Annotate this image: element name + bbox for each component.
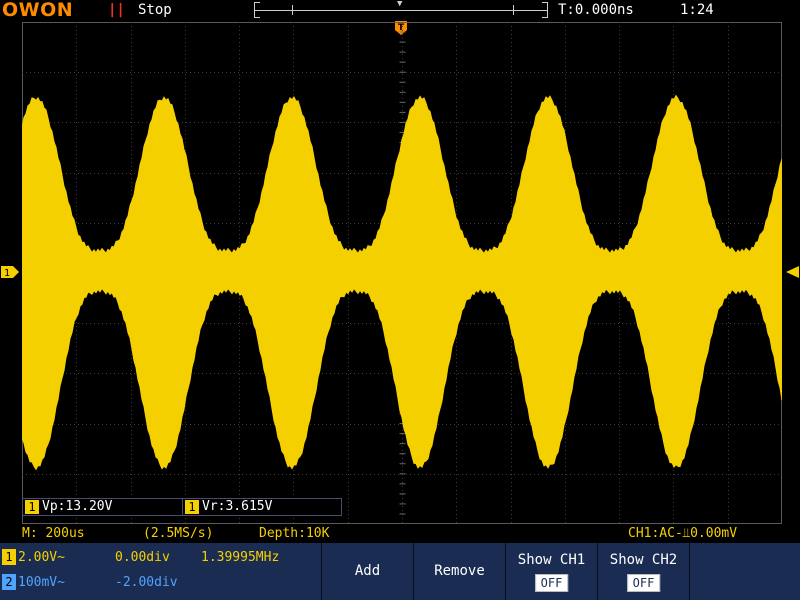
ch2-scale: 100mV~ (18, 575, 65, 590)
pause-icon: || (108, 2, 125, 18)
memory-buffer-indicator: ▼ (254, 0, 548, 18)
trigger-time: T:0.000ns (558, 2, 634, 18)
ch1-waveform-envelope (22, 94, 782, 471)
show-ch1-button[interactable]: Show CH1 OFF (505, 543, 597, 600)
ch1-waveform (22, 94, 782, 471)
show-ch2-state: OFF (626, 574, 661, 592)
empty-softkey[interactable] (689, 543, 800, 600)
show-ch2-button[interactable]: Show CH2 OFF (597, 543, 689, 600)
run-status: Stop (138, 2, 172, 18)
timebase: M: 200us (22, 526, 85, 541)
waveform-display (22, 22, 782, 524)
clock: 1:24 (680, 2, 714, 18)
remove-button[interactable]: Remove (413, 543, 505, 600)
ch1-number: 1 (2, 549, 16, 565)
buffer-position-icon: ▼ (397, 0, 403, 9)
ch1-offset: 0.00div (115, 550, 170, 565)
memory-depth: Depth:10K (259, 526, 330, 541)
ch2-number: 2 (2, 574, 16, 590)
vp-value: Vp:13.20V (42, 499, 113, 514)
ch1-badge: 1 (25, 500, 39, 514)
acquisition-status-line: M: 200us (2.5MS/s) Depth:10K CH1:AC-⫫0.0… (0, 524, 800, 542)
brand-logo: OWON (2, 0, 74, 21)
remove-label: Remove (434, 563, 485, 579)
trigger-level-marker-icon[interactable] (784, 264, 800, 278)
trigger-info: CH1:AC-⫫0.00mV (628, 526, 738, 541)
ch1-badge: 1 (185, 500, 199, 514)
ch1-scale: 2.00V~ (18, 550, 65, 565)
ch1-frequency: 1.39995MHz (201, 550, 280, 565)
measurement-vp: 1 Vp:13.20V (22, 498, 183, 516)
show-ch1-label: Show CH1 (517, 552, 586, 568)
show-ch1-state: OFF (534, 574, 569, 592)
add-label: Add (354, 563, 381, 579)
view-window (292, 5, 514, 15)
ch1-level-label: 1 (4, 268, 10, 279)
top-status-bar: OWON || Stop ▼ T:0.000ns 1:24 (0, 0, 800, 21)
measurement-vr: 1 Vr:3.615V (182, 498, 342, 516)
ch2-offset: -2.00div (115, 575, 178, 590)
add-button[interactable]: Add (321, 543, 413, 600)
ch1-ground-marker-icon[interactable]: 1 (0, 264, 20, 279)
vr-value: Vr:3.615V (202, 499, 273, 514)
show-ch2-label: Show CH2 (609, 552, 678, 568)
sample-rate: (2.5MS/s) (143, 526, 214, 541)
